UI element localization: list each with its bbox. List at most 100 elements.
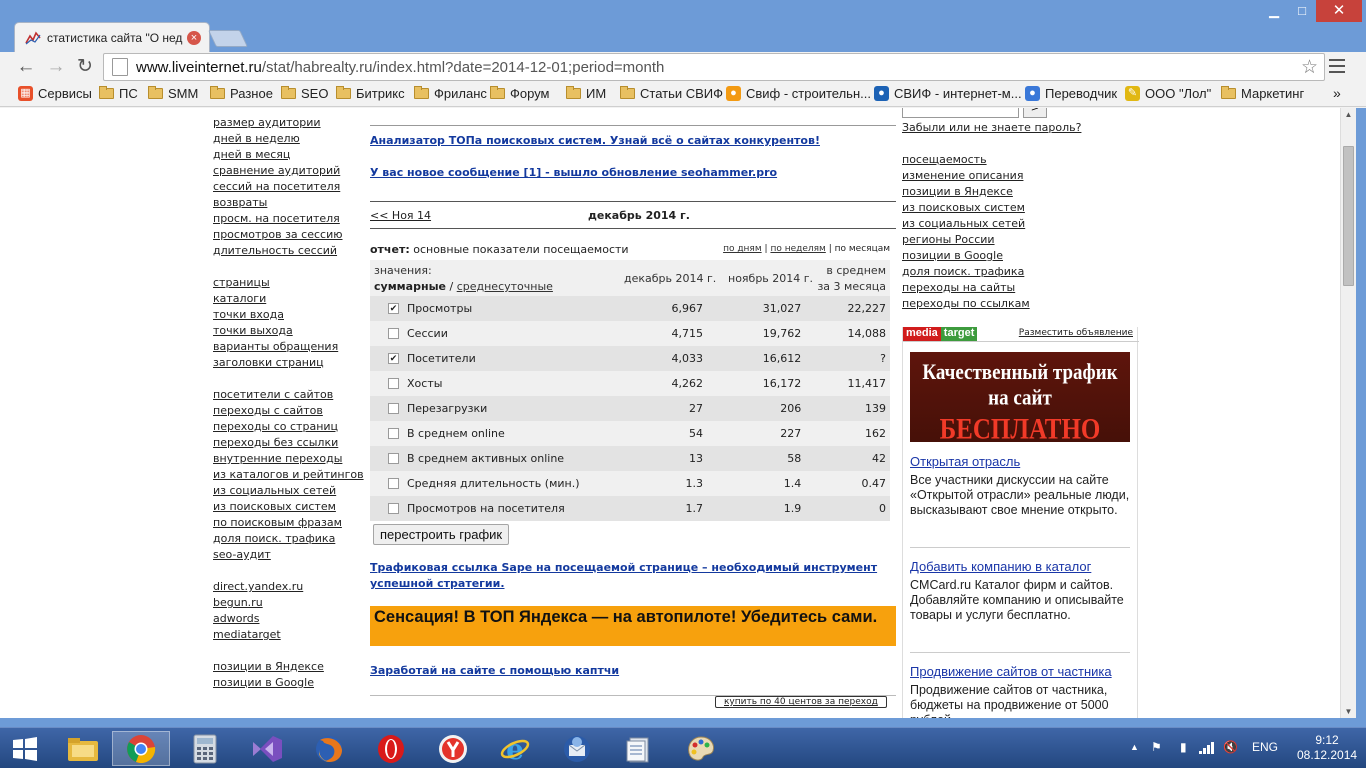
language-indicator[interactable]: ENG — [1252, 740, 1278, 754]
taskbar-calculator[interactable] — [176, 731, 234, 766]
nav-link[interactable]: adwords — [213, 611, 363, 627]
values-avg-link[interactable]: среднесуточные — [457, 280, 553, 293]
bookmark-6[interactable]: Фриланс — [414, 86, 487, 101]
taskbar-thunderbird[interactable] — [548, 731, 606, 766]
metric-checkbox[interactable] — [388, 328, 399, 339]
metric-checkbox[interactable] — [388, 453, 399, 464]
bookmark-14[interactable]: Маркетинг — [1221, 86, 1304, 101]
nav-link[interactable]: direct.yandex.ru — [213, 579, 363, 595]
flag-icon[interactable]: ⚑ — [1151, 740, 1162, 754]
taskbar-firefox[interactable] — [300, 731, 358, 766]
nav-link[interactable]: позиции в Google — [213, 675, 363, 691]
sape-promo-link[interactable]: Трафиковая ссылка Sape на посещаемой стр… — [370, 560, 880, 592]
nav-link[interactable]: сессий на посетителя — [213, 179, 363, 195]
site-menu-link[interactable]: регионы России — [902, 232, 1030, 248]
scroll-up-icon[interactable]: ▲ — [1343, 110, 1354, 119]
login-go-button[interactable]: > — [1023, 108, 1047, 118]
taskbar-yandex-browser[interactable] — [424, 731, 482, 766]
site-menu-link[interactable]: посещаемость — [902, 152, 1030, 168]
metric-checkbox[interactable] — [388, 403, 399, 414]
nav-link[interactable]: переходы с сайтов — [213, 403, 363, 419]
nav-link[interactable]: дней в неделю — [213, 131, 363, 147]
place-ad-link[interactable]: Разместить объявление — [1019, 328, 1133, 338]
nav-link[interactable]: размер аудитории — [213, 115, 363, 131]
taskbar-notes[interactable] — [610, 731, 668, 766]
site-menu-link[interactable]: из поисковых систем — [902, 200, 1030, 216]
ad-title-link[interactable]: Открытая отрасль — [910, 454, 1130, 469]
site-menu-link[interactable]: доля поиск. трафика — [902, 264, 1030, 280]
period-weeks-link[interactable]: по неделям — [770, 244, 825, 254]
forward-icon[interactable]: → — [44, 55, 68, 79]
site-menu-link[interactable]: переходы на сайты — [902, 280, 1030, 296]
tab-stats[interactable]: статистика сайта "О недв × — [14, 22, 210, 52]
minimize-button[interactable]: ▁ — [1260, 0, 1288, 22]
new-tab-button[interactable] — [208, 30, 248, 47]
metric-checkbox[interactable] — [388, 478, 399, 489]
metric-checkbox[interactable] — [388, 378, 399, 389]
start-button[interactable] — [0, 731, 50, 766]
nav-link[interactable]: заголовки страниц — [213, 355, 363, 371]
nav-link[interactable]: переходы без ссылки — [213, 435, 363, 451]
nav-link[interactable]: страницы — [213, 275, 363, 291]
nav-link[interactable]: возвраты — [213, 195, 363, 211]
nav-link[interactable]: просмотров за сессию — [213, 227, 363, 243]
nav-link[interactable]: переходы со страниц — [213, 419, 363, 435]
taskbar-ie[interactable]: e — [486, 731, 544, 766]
nav-link[interactable]: варианты обращения — [213, 339, 363, 355]
nav-link[interactable]: посетители с сайтов — [213, 387, 363, 403]
address-bar[interactable]: www.liveinternet.ru/stat/habrealty.ru/in… — [103, 53, 1325, 81]
forgot-password-link[interactable]: Забыли или не знаете пароль? — [902, 120, 1081, 136]
bookmark-0[interactable]: ▦ Сервисы — [18, 86, 92, 101]
ad-title-link[interactable]: Добавить компанию в каталог — [910, 559, 1130, 574]
bookmark-12[interactable]: ● Переводчик — [1025, 86, 1117, 101]
site-menu-link[interactable]: переходы по ссылкам — [902, 296, 1030, 312]
nav-link[interactable]: позиции в Яндексе — [213, 659, 363, 675]
bookmark-8[interactable]: ИМ — [566, 86, 606, 101]
nav-link[interactable]: точки входа — [213, 307, 363, 323]
nav-link[interactable]: из поисковых систем — [213, 499, 363, 515]
battery-icon[interactable]: ▮ — [1180, 740, 1187, 754]
nav-link[interactable]: каталоги — [213, 291, 363, 307]
vertical-scrollbar[interactable]: ▲ ▼ — [1340, 108, 1356, 718]
nav-link[interactable]: внутренние переходы — [213, 451, 363, 467]
scroll-thumb[interactable] — [1343, 146, 1354, 286]
site-menu-link[interactable]: позиции в Яндексе — [902, 184, 1030, 200]
nav-link[interactable]: точки выхода — [213, 323, 363, 339]
nav-link[interactable]: из каталогов и рейтингов — [213, 467, 364, 483]
volume-muted-icon[interactable]: 🔇 — [1223, 740, 1238, 754]
chrome-menu-icon[interactable] — [1329, 59, 1345, 73]
traffic-banner[interactable]: Качественный трафик на сайт БЕСПЛАТНО — [910, 352, 1130, 446]
nav-link[interactable]: сравнение аудиторий — [213, 163, 363, 179]
metric-checkbox[interactable]: ✔ — [388, 353, 399, 364]
nav-link[interactable]: mediatarget — [213, 627, 363, 643]
network-signal-icon[interactable] — [1199, 742, 1215, 754]
nav-link[interactable]: из социальных сетей — [213, 483, 363, 499]
metric-checkbox[interactable] — [388, 503, 399, 514]
bookmark-2[interactable]: SMM — [148, 86, 198, 101]
bookmark-4[interactable]: SEO — [281, 86, 328, 101]
nav-link[interactable]: доля поиск. трафика — [213, 531, 363, 547]
bookmark-5[interactable]: Битрикс — [336, 86, 405, 101]
nav-link[interactable]: begun.ru — [213, 595, 363, 611]
metric-checkbox[interactable] — [388, 428, 399, 439]
period-days-link[interactable]: по дням — [723, 244, 762, 254]
sensation-banner[interactable]: Сенсация! В ТОП Яндекса — на автопилоте!… — [370, 606, 896, 646]
bookmark-7[interactable]: Форум — [490, 86, 550, 101]
nav-link[interactable]: просм. на посетителя — [213, 211, 363, 227]
tray-expand-icon[interactable]: ▲ — [1130, 742, 1139, 752]
password-input[interactable] — [902, 108, 1019, 118]
taskbar-visual-studio[interactable] — [238, 731, 296, 766]
maximize-button[interactable]: □ — [1288, 0, 1316, 22]
bookmark-star-icon[interactable]: ☆ — [1301, 56, 1318, 79]
nav-link[interactable]: дней в месяц — [213, 147, 363, 163]
nav-link[interactable]: по поисковым фразам — [213, 515, 363, 531]
bookmark-1[interactable]: ПС — [99, 86, 138, 101]
promo-link-message[interactable]: У вас новое сообщение [1] - вышло обновл… — [370, 166, 777, 179]
promo-link-top[interactable]: Анализатор ТОПа поисковых систем. Узнай … — [370, 134, 820, 147]
close-window-button[interactable]: ✕ — [1316, 0, 1362, 22]
ad-title-link[interactable]: Продвижение сайтов от частника — [910, 664, 1130, 679]
rebuild-chart-button[interactable]: перестроить график — [373, 524, 510, 545]
reload-icon[interactable]: ↻ — [73, 55, 97, 79]
bookmark-11[interactable]: ● СВИФ - интернет-м... — [874, 86, 1022, 101]
taskbar-chrome[interactable] — [112, 731, 170, 766]
